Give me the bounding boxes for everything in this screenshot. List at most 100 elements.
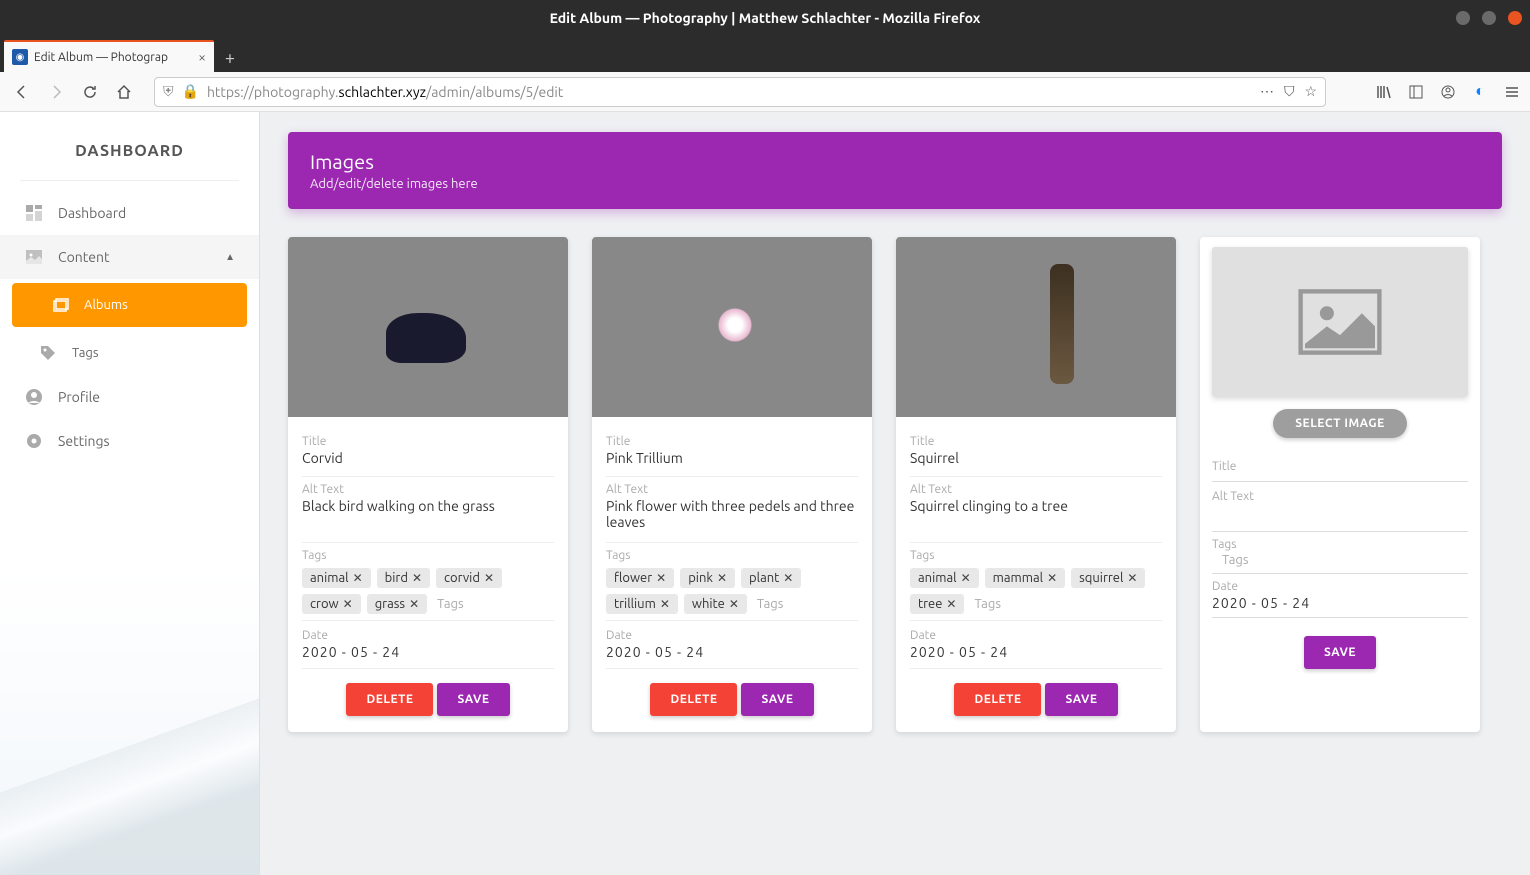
sidebar-item-dashboard[interactable]: Dashboard xyxy=(0,191,259,235)
date-input[interactable]: 2020 - 05 - 24 xyxy=(606,644,858,660)
tab-title: Edit Album — Photograp xyxy=(34,51,198,64)
tag-chip[interactable]: pink✕ xyxy=(680,568,735,588)
tag-remove-icon[interactable]: ✕ xyxy=(412,571,422,585)
sidebar-toggle-icon[interactable] xyxy=(1406,84,1426,100)
tag-remove-icon[interactable]: ✕ xyxy=(729,597,739,611)
card-thumbnail[interactable] xyxy=(896,237,1176,417)
browser-tabstrip: ◉ Edit Album — Photograp × + xyxy=(0,36,1530,72)
images-banner: Images Add/edit/delete images here xyxy=(288,132,1502,209)
tag-chip[interactable]: grass✕ xyxy=(367,594,427,614)
select-image-button[interactable]: SELECT IMAGE xyxy=(1273,409,1407,438)
tag-input[interactable]: Tags xyxy=(753,594,788,614)
tag-remove-icon[interactable]: ✕ xyxy=(660,597,670,611)
sidebar-item-content[interactable]: Content ▲ xyxy=(0,235,259,279)
new-tab-button[interactable]: + xyxy=(214,44,246,72)
tag-chip[interactable]: animal✕ xyxy=(302,568,371,588)
window-maximize-button[interactable] xyxy=(1482,11,1496,25)
menu-icon[interactable] xyxy=(1502,84,1522,100)
image-card: Title Corvid Alt Text Black bird walking… xyxy=(288,237,568,732)
page-actions-icon[interactable]: ⋯ xyxy=(1260,83,1274,100)
title-input[interactable]: Corvid xyxy=(302,450,554,468)
sidebar-item-settings[interactable]: Settings xyxy=(0,419,259,463)
image-card: Title Squirrel Alt Text Squirrel clingin… xyxy=(896,237,1176,732)
tag-remove-icon[interactable]: ✕ xyxy=(409,597,419,611)
tag-input[interactable]: Tags xyxy=(1212,553,1468,567)
tag-chip[interactable]: corvid✕ xyxy=(436,568,502,588)
card-thumbnail[interactable] xyxy=(288,237,568,417)
delete-button[interactable]: DELETE xyxy=(954,683,1041,716)
window-close-button[interactable] xyxy=(1508,11,1522,25)
tracking-shield-icon[interactable]: ⛨ xyxy=(163,83,174,100)
back-button[interactable] xyxy=(8,78,36,106)
tag-remove-icon[interactable]: ✕ xyxy=(343,597,353,611)
tag-chip[interactable]: crow✕ xyxy=(302,594,361,614)
alt-label[interactable]: Alt Text xyxy=(1212,482,1468,532)
tags-label: Tags xyxy=(606,549,858,562)
title-input[interactable]: Squirrel xyxy=(910,450,1162,468)
tag-remove-icon[interactable]: ✕ xyxy=(961,571,971,585)
delete-button[interactable]: DELETE xyxy=(346,683,433,716)
date-input[interactable]: 2020 - 05 - 24 xyxy=(910,644,1162,660)
tab-close-icon[interactable]: × xyxy=(198,49,206,65)
tag-remove-icon[interactable]: ✕ xyxy=(656,571,666,585)
tag-chip[interactable]: white✕ xyxy=(684,594,747,614)
cards-row: Title Corvid Alt Text Black bird walking… xyxy=(288,237,1502,732)
save-button[interactable]: SAVE xyxy=(437,683,509,716)
tag-remove-icon[interactable]: ✕ xyxy=(353,571,363,585)
library-icon[interactable] xyxy=(1374,84,1394,100)
tags-field[interactable]: Tags animal✕ bird✕ corvid✕ crow✕ grass✕ … xyxy=(302,543,554,621)
sidebar-label: Albums xyxy=(84,298,128,312)
tags-field[interactable]: Tags animal✕ mammal✕ squirrel✕ tree✕ Tag… xyxy=(910,543,1162,621)
banner-subtitle: Add/edit/delete images here xyxy=(310,177,1480,191)
sidebar-item-albums[interactable]: Albums xyxy=(12,283,247,327)
home-button[interactable] xyxy=(110,78,138,106)
date-input[interactable]: 2020 - 05 - 24 xyxy=(1212,595,1468,611)
save-button[interactable]: SAVE xyxy=(741,683,813,716)
bookmark-star-icon[interactable]: ☆ xyxy=(1304,83,1317,100)
alt-input[interactable]: Black bird walking on the grass xyxy=(302,498,554,534)
browser-toolbar: ⛨ 🔒 https://photography.schlachter.xyz/a… xyxy=(0,72,1530,112)
tag-chip[interactable]: plant✕ xyxy=(741,568,801,588)
alt-input[interactable]: Pink flower with three pedels and three … xyxy=(606,498,858,534)
tag-chip[interactable]: squirrel✕ xyxy=(1071,568,1145,588)
forward-button[interactable] xyxy=(42,78,70,106)
gear-icon xyxy=(24,431,44,451)
alt-label: Alt Text xyxy=(910,483,1162,496)
tag-remove-icon[interactable]: ✕ xyxy=(783,571,793,585)
profile-icon xyxy=(24,387,44,407)
image-placeholder[interactable] xyxy=(1212,247,1468,397)
new-image-card: SELECT IMAGE Title Alt Text Tags Tags Da… xyxy=(1200,237,1480,732)
sidebar-item-profile[interactable]: Profile xyxy=(0,375,259,419)
tag-chip[interactable]: flower✕ xyxy=(606,568,674,588)
reload-button[interactable] xyxy=(76,78,104,106)
browser-tab-active[interactable]: ◉ Edit Album — Photograp × xyxy=(4,40,214,72)
tag-remove-icon[interactable]: ✕ xyxy=(946,597,956,611)
save-button[interactable]: SAVE xyxy=(1045,683,1117,716)
tag-remove-icon[interactable]: ✕ xyxy=(1047,571,1057,585)
reader-icon[interactable]: ⛉ xyxy=(1284,83,1295,100)
sidebar-item-tags[interactable]: Tags xyxy=(0,331,259,375)
tag-remove-icon[interactable]: ✕ xyxy=(717,571,727,585)
tag-chip[interactable]: tree✕ xyxy=(910,594,964,614)
sidebar-label: Settings xyxy=(58,433,110,449)
tag-remove-icon[interactable]: ✕ xyxy=(484,571,494,585)
title-label[interactable]: Title xyxy=(1212,452,1468,482)
tag-input[interactable]: Tags xyxy=(970,594,1005,614)
window-minimize-button[interactable] xyxy=(1456,11,1470,25)
tag-remove-icon[interactable]: ✕ xyxy=(1127,571,1137,585)
tag-chip[interactable]: bird✕ xyxy=(377,568,430,588)
date-input[interactable]: 2020 - 05 - 24 xyxy=(302,644,554,660)
save-button[interactable]: SAVE xyxy=(1304,636,1376,669)
tag-chip[interactable]: animal✕ xyxy=(910,568,979,588)
title-input[interactable]: Pink Trillium xyxy=(606,450,858,468)
account-icon[interactable] xyxy=(1438,84,1458,100)
tag-chip[interactable]: trillium✕ xyxy=(606,594,678,614)
delete-button[interactable]: DELETE xyxy=(650,683,737,716)
card-thumbnail[interactable] xyxy=(592,237,872,417)
tag-chip[interactable]: mammal✕ xyxy=(985,568,1066,588)
alt-input[interactable]: Squirrel clinging to a tree xyxy=(910,498,1162,534)
tag-input[interactable]: Tags xyxy=(433,594,468,614)
extension-icon[interactable]: ◐ xyxy=(1470,82,1490,101)
tags-field[interactable]: Tags flower✕ pink✕ plant✕ trillium✕ whit… xyxy=(606,543,858,621)
address-bar[interactable]: ⛨ 🔒 https://photography.schlachter.xyz/a… xyxy=(154,77,1326,107)
